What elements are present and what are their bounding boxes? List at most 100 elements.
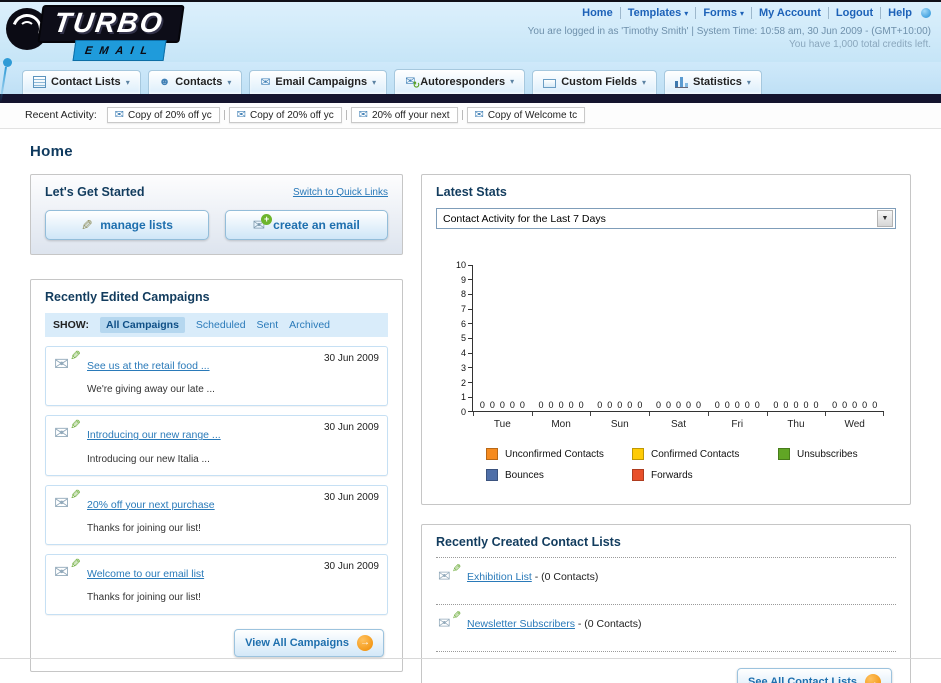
contacts-icon: ☻ xyxy=(158,76,171,88)
chart-bar-group: 00000 xyxy=(714,400,760,410)
refresh-icon: ↻ xyxy=(412,80,421,90)
legend-swatch-icon xyxy=(486,469,498,481)
contact-list-link[interactable]: Newsletter Subscribers xyxy=(467,618,575,630)
edit-campaign-icon: ✉ ✎ xyxy=(54,348,81,374)
campaign-title-link[interactable]: 20% off your next purchase xyxy=(87,499,215,511)
email-campaigns-icon: ✉ xyxy=(260,75,271,89)
show-label: SHOW: xyxy=(53,319,89,331)
edit-campaign-icon: ✉ ✎ xyxy=(54,417,81,444)
tab-custom-fields[interactable]: Custom Fields ▾ xyxy=(532,70,657,94)
nav-help-link[interactable]: Help xyxy=(881,7,919,19)
contact-list-row: ✉ ✎ Exhibition List - (0 Contacts) xyxy=(436,558,896,596)
legend-item: Confirmed Contacts xyxy=(632,448,778,460)
chart-x-label: Mon xyxy=(531,412,591,430)
custom-fields-icon xyxy=(543,78,557,88)
edit-list-icon: ✉ ✎ xyxy=(438,610,461,632)
chart-bar-group: 00000 xyxy=(773,400,819,410)
campaign-title-link[interactable]: Introducing our new range ... xyxy=(87,429,221,441)
campaign-row: ✉ ✎ Welcome to our email list Thanks for … xyxy=(45,554,388,615)
recent-activity-item[interactable]: ✉ Copy of Welcome tc xyxy=(466,107,586,123)
chevron-down-icon: ▾ xyxy=(684,8,689,18)
tab-autoresponders[interactable]: ✉ ↻ Autoresponders ▾ xyxy=(394,69,526,94)
recent-activity-item[interactable]: ✉ 20% off your next xyxy=(350,107,463,123)
campaign-date: 30 Jun 2009 xyxy=(323,491,379,503)
manage-lists-button[interactable]: ✎ manage lists xyxy=(45,210,209,240)
filter-scheduled[interactable]: Scheduled xyxy=(196,319,246,331)
main-nav-tabbar: Contact Lists ▾ ☻ Contacts ▾ ✉ Email Campa… xyxy=(0,62,941,94)
contact-list-count: - (0 Contacts) xyxy=(577,618,642,630)
recent-contact-lists-panel: Recently Created Contact Lists ✉ ✎ Exhibi… xyxy=(421,524,911,683)
contact-list-row: ✉ ✎ Newsletter Subscribers - (0 Contacts) xyxy=(436,605,896,643)
page-title: Home xyxy=(30,143,73,160)
legend-swatch-icon xyxy=(632,448,644,460)
nav-forms-link[interactable]: Forms ▾ xyxy=(696,7,752,19)
help-bubble-icon[interactable] xyxy=(921,8,931,18)
chart-x-label: Sun xyxy=(590,412,649,430)
chart-x-label: Sat xyxy=(649,412,708,430)
legend-swatch-icon xyxy=(632,469,644,481)
chevron-down-icon: ▾ xyxy=(372,77,377,87)
filter-sent[interactable]: Sent xyxy=(257,319,279,331)
chart-bar-group: 00000 xyxy=(655,400,702,410)
campaign-date: 30 Jun 2009 xyxy=(323,561,379,573)
app-logo: TURBO EMAIL xyxy=(6,5,185,61)
filter-all-campaigns[interactable]: All Campaigns xyxy=(99,317,185,333)
legend-item: Bounces xyxy=(486,469,632,481)
arrow-right-icon: → xyxy=(865,674,881,683)
contact-activity-chart: 10 9 8 7 6 5 4 3 2 1 0 000000000000000000000000000… xyxy=(446,260,896,430)
contact-lists-title: Recently Created Contact Lists xyxy=(436,535,621,549)
campaign-row: ✉ ✎ Introducing our new range ... Introdu… xyxy=(45,415,388,476)
chart-x-label: Wed xyxy=(825,412,884,430)
contact-list-link[interactable]: Exhibition List xyxy=(467,571,532,583)
chart-x-label: Tue xyxy=(473,412,532,430)
statistics-icon xyxy=(675,76,688,88)
envelope-icon: ✉ xyxy=(114,109,124,121)
legend-swatch-icon xyxy=(778,448,790,460)
contact-list-count: - (0 Contacts) xyxy=(534,571,599,583)
arrow-right-icon: → xyxy=(357,634,373,651)
nav-my-account-link[interactable]: My Account xyxy=(752,7,829,19)
recent-activity-item[interactable]: ✉ Copy of 20% off yc xyxy=(106,107,225,123)
plus-icon: + xyxy=(261,214,273,225)
get-started-title: Let's Get Started xyxy=(45,185,145,199)
chevron-down-icon: ▾ xyxy=(227,77,232,87)
chart-bar-group: 00000 xyxy=(832,400,878,410)
nav-templates-link[interactable]: Templates ▾ xyxy=(621,7,697,19)
logo-subtitle: EMAIL xyxy=(84,45,156,57)
nav-logout-link[interactable]: Logout xyxy=(829,7,882,19)
tab-contacts[interactable]: ☻ Contacts ▾ xyxy=(147,70,243,94)
pencil-icon: ✎ xyxy=(80,216,93,233)
edit-campaign-icon: ✉ ✎ xyxy=(54,556,81,583)
campaign-subtitle: Thanks for joining our list! xyxy=(87,592,201,604)
tab-contact-lists[interactable]: Contact Lists ▾ xyxy=(22,70,141,94)
recent-activity-label: Recent Activity: xyxy=(25,109,97,121)
recent-activity-bar: Recent Activity: ✉ Copy of 20% off yc ✉ Co… xyxy=(0,103,941,129)
credits-remaining: You have 1,000 total credits left. xyxy=(789,39,931,50)
campaign-subtitle: Introducing our new Italia ... xyxy=(87,453,210,465)
login-info: You are logged in as 'Timothy Smith' | S… xyxy=(527,26,931,37)
tab-statistics[interactable]: Statistics ▾ xyxy=(664,70,762,94)
tab-email-campaigns[interactable]: ✉ Email Campaigns ▾ xyxy=(249,70,388,94)
recent-activity-item[interactable]: ✉ Copy of 20% off yc xyxy=(228,107,347,123)
chevron-down-icon: ▾ xyxy=(641,77,646,87)
campaign-title-link[interactable]: Welcome to our email list xyxy=(87,568,204,580)
chart-bar-group: 00000 xyxy=(479,400,525,410)
campaign-title-link[interactable]: See us at the retail food ... xyxy=(87,360,210,372)
create-email-button[interactable]: ✉ + create an email xyxy=(224,210,388,240)
filter-archived[interactable]: Archived xyxy=(289,319,330,331)
envelope-icon: ✉ xyxy=(236,109,246,121)
stats-period-select[interactable]: Contact Activity for the Last 7 Days ▼ xyxy=(436,208,896,229)
nav-home-link[interactable]: Home xyxy=(575,7,621,19)
latest-stats-panel: Latest Stats Contact Activity for the La… xyxy=(421,174,911,505)
latest-stats-title: Latest Stats xyxy=(436,185,507,199)
switch-quick-links[interactable]: Switch to Quick Links xyxy=(293,187,388,198)
logo-tail-decoration xyxy=(0,58,12,103)
campaign-row: ✉ ✎ 20% off your next purchase Thanks for… xyxy=(45,484,388,546)
view-all-campaigns-button[interactable]: View All Campaigns → xyxy=(234,628,384,657)
chart-y-axis: 10 9 8 7 6 5 4 3 2 1 0 xyxy=(446,260,472,417)
edit-campaign-icon: ✉ ✎ xyxy=(54,486,81,513)
logo-title: TURBO xyxy=(52,7,166,38)
chevron-down-icon: ▾ xyxy=(746,77,751,87)
campaign-subtitle: We're giving away our late ... xyxy=(87,384,215,396)
see-all-contact-lists-button[interactable]: See All Contact Lists → xyxy=(736,668,892,683)
